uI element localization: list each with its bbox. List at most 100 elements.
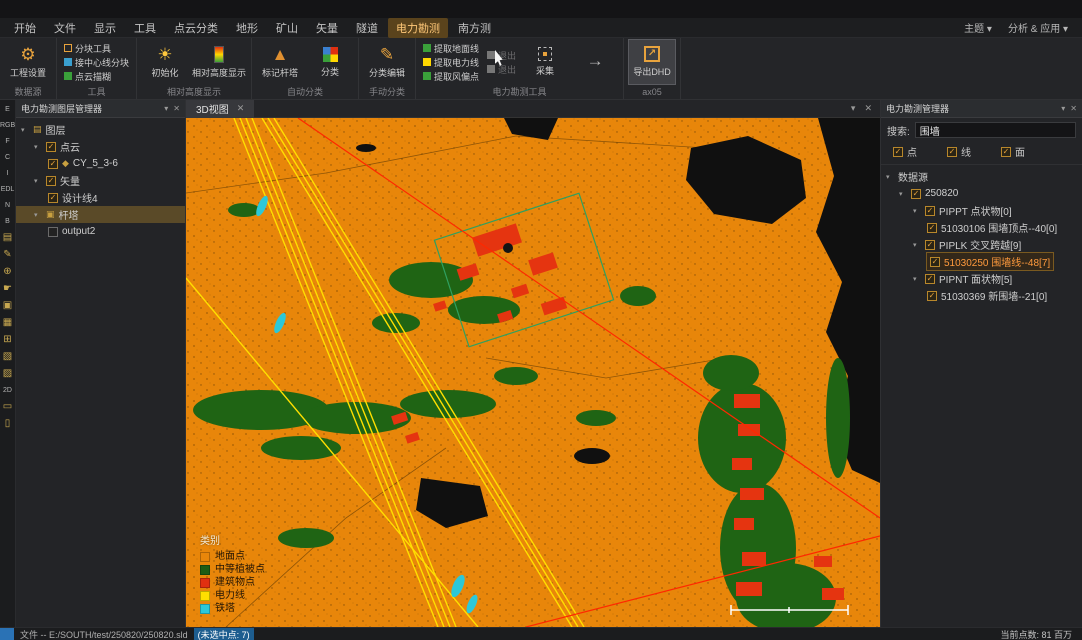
block-tool-button[interactable]: 分块工具 <box>62 42 131 54</box>
expander-icon[interactable]: ▾ <box>913 241 921 249</box>
expander-icon[interactable]: ▾ <box>899 190 907 198</box>
tree-node-layers-root[interactable]: ▾ ▤ 图层 <box>16 121 185 138</box>
hatch2-view-icon[interactable]: ▨ <box>0 369 15 379</box>
add-icon[interactable]: ⊕ <box>0 267 15 277</box>
tree-node-vector[interactable]: ▾ ✓ 矢量 <box>16 172 185 189</box>
expander-icon[interactable]: ▾ <box>34 177 42 185</box>
tree-node-pointcloud-item[interactable]: ✓ ◆ CY_5_3-6 <box>16 155 185 172</box>
grid-view-icon[interactable]: ▦ <box>0 318 15 328</box>
monitor2-icon[interactable]: ▯ <box>0 419 15 429</box>
group-checkbox[interactable]: ✓ <box>925 240 935 250</box>
tabbar-dropdown-icon[interactable]: ▾ <box>851 103 856 114</box>
menu-tab-mine[interactable]: 矿山 <box>268 18 306 38</box>
extract-power-line-button[interactable]: 提取电力线 <box>421 56 481 68</box>
item-checkbox-unchecked[interactable] <box>48 227 58 237</box>
filter-polygon[interactable]: ✓ 面 <box>1001 144 1025 159</box>
dataset-checkbox[interactable]: ✓ <box>911 189 921 199</box>
tab-3d-view[interactable]: 3D视图 ✕ <box>186 100 254 118</box>
tabbar-close-icon[interactable]: ✕ <box>864 103 872 114</box>
point-filter-checkbox[interactable]: ✓ <box>893 147 903 157</box>
forward-button[interactable]: → <box>572 40 618 84</box>
menu-tab-terrain[interactable]: 地形 <box>228 18 266 38</box>
edge-tool-edl[interactable]: EDL <box>0 185 15 194</box>
expander-icon[interactable]: ▾ <box>21 126 29 134</box>
menu-tab-pointcloud-classify[interactable]: 点云分类 <box>166 18 226 38</box>
expander-icon[interactable]: ▾ <box>886 173 894 181</box>
tree-node-dataset[interactable]: ▾ ✓ 250820 <box>881 185 1082 202</box>
theme-menu[interactable]: 主题 ▾ <box>964 20 992 35</box>
edge-tool-elevation[interactable]: E <box>0 105 15 114</box>
edge-tool-2d[interactable]: 2D <box>0 386 15 395</box>
expander-icon[interactable]: ▾ <box>913 275 921 283</box>
tree-node-datasource-root[interactable]: ▾ 数据源 <box>881 168 1082 185</box>
edit-icon[interactable]: ✎ <box>0 250 15 260</box>
extract-wind-point-button[interactable]: 提取风偏点 <box>421 70 481 82</box>
line-filter-checkbox[interactable]: ✓ <box>947 147 957 157</box>
group-checkbox[interactable]: ✓ <box>925 206 935 216</box>
tree-node-pipnt[interactable]: ▾ ✓ PIPNT 面状物[5] <box>881 270 1082 287</box>
item-checkbox[interactable]: ✓ <box>927 291 937 301</box>
tree-node-piplk-item-selected[interactable]: ✓ 51030250 围墙线--48[7] <box>881 253 1082 270</box>
collect-button[interactable]: 采集 <box>522 40 568 84</box>
panel-close-icon[interactable]: ✕ <box>173 104 180 113</box>
menu-tab-vector[interactable]: 矢量 <box>308 18 346 38</box>
item-checkbox[interactable]: ✓ <box>48 193 58 203</box>
menu-tab-display[interactable]: 显示 <box>86 18 124 38</box>
menu-tab-power-survey[interactable]: 电力勘测 <box>388 18 448 38</box>
centerline-block-button[interactable]: 接中心线分块 <box>62 56 131 68</box>
expander-icon[interactable]: ▾ <box>913 207 921 215</box>
panel-dropdown-icon[interactable]: ▾ <box>164 104 168 113</box>
relative-height-button[interactable]: 相对高度显示 <box>192 40 246 84</box>
folder-icon[interactable]: ▤ <box>0 233 15 243</box>
tab-close-icon[interactable]: ✕ <box>237 103 245 114</box>
select-box-icon[interactable]: ▣ <box>0 301 15 311</box>
classify-edit-button[interactable]: ✎ 分类编辑 <box>364 40 410 84</box>
expander-icon[interactable]: ▾ <box>34 143 42 151</box>
export-dhd-button[interactable]: ↗ 导出DHD <box>629 40 675 84</box>
project-settings-button[interactable]: ⚙ 工程设置 <box>5 40 51 84</box>
tree-node-vector-item[interactable]: ✓ 设计线4 <box>16 189 185 206</box>
menu-tab-start[interactable]: 开始 <box>6 18 44 38</box>
polygon-filter-checkbox[interactable]: ✓ <box>1001 147 1011 157</box>
edge-tool-b[interactable]: B <box>0 217 15 226</box>
hand-pan-icon[interactable]: ☛ <box>0 284 15 294</box>
filter-point[interactable]: ✓ 点 <box>893 144 917 159</box>
classify-button[interactable]: 分类 <box>307 40 353 84</box>
tree-node-pointcloud[interactable]: ▾ ✓ 点云 <box>16 138 185 155</box>
search-input[interactable] <box>915 122 1076 138</box>
pointcloud-sketch-button[interactable]: 点云描糊 <box>62 70 131 82</box>
panel-close-icon[interactable]: ✕ <box>1070 104 1077 113</box>
vector-checkbox[interactable]: ✓ <box>46 176 56 186</box>
tree-node-tower-item[interactable]: output2 <box>16 223 185 240</box>
edge-tool-c[interactable]: C <box>0 153 15 162</box>
menu-tab-south[interactable]: 南方测 <box>450 18 499 38</box>
extract-ground-line-button[interactable]: 提取地面线 <box>421 42 481 54</box>
tree-node-pippt-item[interactable]: ✓ 51030106 围墙顶点--40[0] <box>881 219 1082 236</box>
item-checkbox[interactable]: ✓ <box>930 257 940 267</box>
monitor-icon[interactable]: ▭ <box>0 402 15 412</box>
item-checkbox[interactable]: ✓ <box>48 159 58 169</box>
panel-dropdown-icon[interactable]: ▾ <box>1061 104 1065 113</box>
menu-tab-file[interactable]: 文件 <box>46 18 84 38</box>
menu-tab-tunnel[interactable]: 隧道 <box>348 18 386 38</box>
split-view-icon[interactable]: ⊞ <box>0 335 15 345</box>
hatch-view-icon[interactable]: ▧ <box>0 352 15 362</box>
edge-tool-n[interactable]: N <box>0 201 15 210</box>
menu-tab-tools[interactable]: 工具 <box>126 18 164 38</box>
analysis-app-menu[interactable]: 分析 & 应用 ▾ <box>1008 20 1068 35</box>
exit-button-1[interactable]: 退出 <box>485 49 518 61</box>
edge-tool-i[interactable]: I <box>0 169 15 178</box>
edge-tool-f[interactable]: F <box>0 137 15 146</box>
tree-node-piplk[interactable]: ▾ ✓ PIPLK 交叉跨越[9] <box>881 236 1082 253</box>
filter-line[interactable]: ✓ 线 <box>947 144 971 159</box>
pointcloud-checkbox[interactable]: ✓ <box>46 142 56 152</box>
tree-node-tower[interactable]: ▾ ▣ 杆塔 <box>16 206 185 223</box>
point-cloud-canvas[interactable] <box>186 118 880 627</box>
mark-tower-button[interactable]: ▲ 标记杆塔 <box>257 40 303 84</box>
tree-node-pippt[interactable]: ▾ ✓ PIPPT 点状物[0] <box>881 202 1082 219</box>
item-checkbox[interactable]: ✓ <box>927 223 937 233</box>
edge-tool-rgb[interactable]: RGB <box>0 121 15 130</box>
initialize-button[interactable]: ☀ 初始化 <box>142 40 188 84</box>
tree-node-pipnt-item[interactable]: ✓ 51030369 新围墙--21[0] <box>881 287 1082 304</box>
group-checkbox[interactable]: ✓ <box>925 274 935 284</box>
